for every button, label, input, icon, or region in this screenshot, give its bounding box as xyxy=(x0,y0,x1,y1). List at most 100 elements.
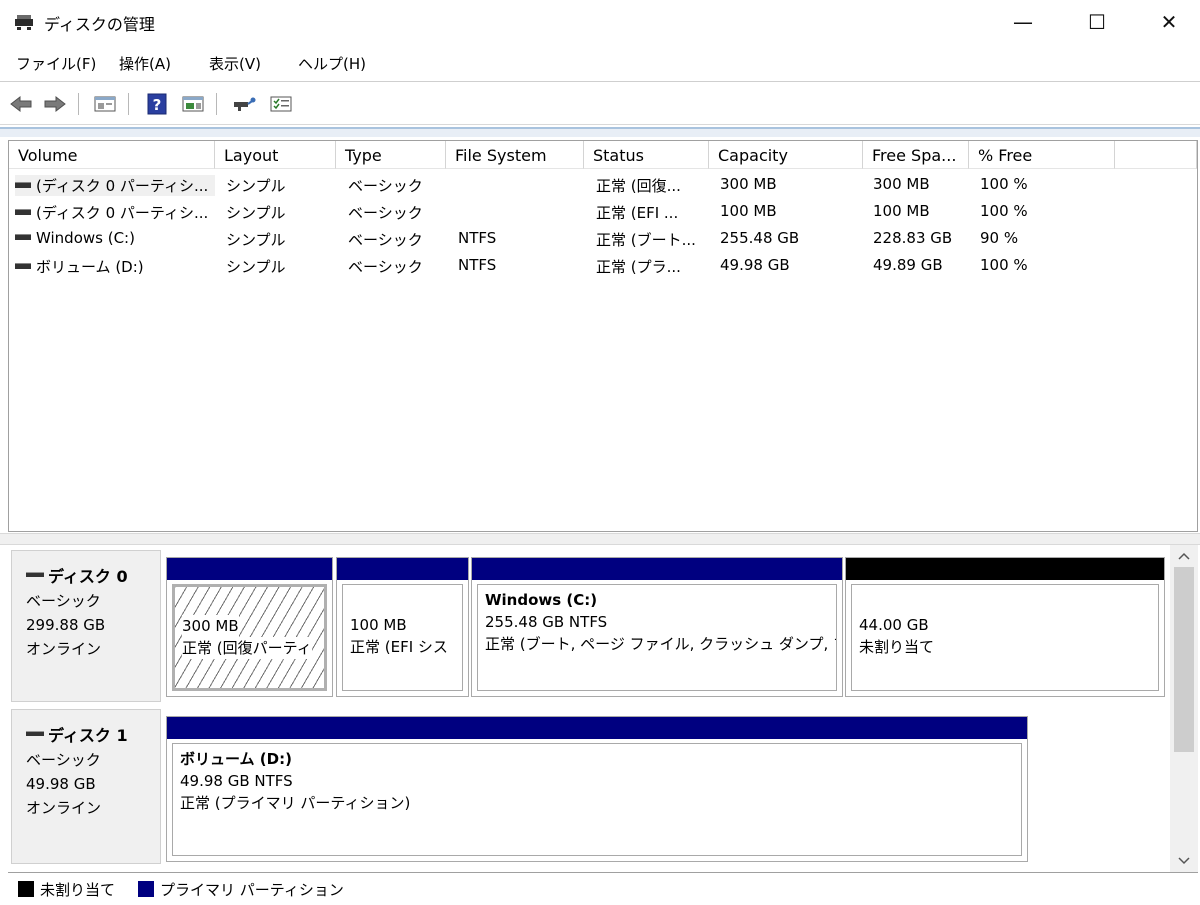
pane-splitter[interactable] xyxy=(0,533,1200,545)
layout-cell: シンプル xyxy=(226,177,286,195)
disk-icon xyxy=(26,731,44,736)
file-system-cell: NTFS xyxy=(458,256,497,274)
menu-bar: ファイル(F) 操作(A) 表示(V) ヘルプ(H) xyxy=(0,44,1200,82)
disk-1-size: 49.98 GB xyxy=(26,775,96,793)
column-header-percent-free[interactable]: % Free xyxy=(969,141,1115,169)
partition-volume-d[interactable]: ボリューム (D:) 49.98 GB NTFS 正常 (プライマリ パーティシ… xyxy=(166,716,1028,862)
legend-label-unallocated: 未割り当て xyxy=(40,881,116,899)
menu-help[interactable]: ヘルプ(H) xyxy=(298,53,366,74)
partition-bar xyxy=(472,558,842,580)
menu-action[interactable]: 操作(A) xyxy=(119,53,171,74)
status-cell: 正常 (回復... xyxy=(596,177,681,195)
type-cell: ベーシック xyxy=(348,177,423,195)
properties-icon[interactable] xyxy=(268,91,294,117)
volume-icon xyxy=(15,208,31,215)
percent-free-cell: 90 % xyxy=(980,229,1019,247)
forward-arrow-icon[interactable] xyxy=(42,91,68,117)
legend-swatch-primary xyxy=(138,881,154,897)
capacity-cell: 49.98 GB xyxy=(720,256,790,274)
layout-cell: シンプル xyxy=(226,204,286,222)
vertical-scrollbar[interactable] xyxy=(1170,545,1198,872)
disk-1-info[interactable]: ディスク 1 ベーシック 49.98 GB オンライン xyxy=(11,709,161,864)
connect-disk-icon[interactable] xyxy=(232,91,258,117)
disk-1-type: ベーシック xyxy=(26,751,101,769)
legend-swatch-unallocated xyxy=(18,881,34,897)
content-top-border xyxy=(0,127,1200,137)
menu-view[interactable]: 表示(V) xyxy=(209,53,261,74)
percent-free-cell: 100 % xyxy=(980,175,1028,193)
disk-0-type: ベーシック xyxy=(26,592,101,610)
capacity-cell: 255.48 GB xyxy=(720,229,800,247)
layout-cell: シンプル xyxy=(226,258,286,276)
volume-icon xyxy=(15,181,31,188)
partition-unallocated[interactable]: 44.00 GB 未割り当て xyxy=(845,557,1165,697)
volume-name: (ディスク 0 パーティシ... xyxy=(36,177,209,195)
partition-efi[interactable]: 100 MB 正常 (EFI シス xyxy=(336,557,469,697)
legend-bar: 未割り当て プライマリ パーティション xyxy=(8,872,1198,903)
help-icon[interactable]: ? xyxy=(144,91,170,117)
action-pane-icon[interactable] xyxy=(180,91,206,117)
partition-recovery[interactable]: 300 MB 正常 (回復パーティ xyxy=(166,557,333,697)
volume-cell: ボリューム (D:) xyxy=(15,256,215,277)
column-header-status[interactable]: Status xyxy=(584,141,709,169)
legend-label-primary: プライマリ パーティション xyxy=(160,881,344,899)
partition-bar xyxy=(846,558,1164,580)
menu-file[interactable]: ファイル(F) xyxy=(16,53,96,74)
disk-0-info[interactable]: ディスク 0 ベーシック 299.88 GB オンライン xyxy=(11,550,161,702)
volume-name: ボリューム (D:) xyxy=(36,258,144,276)
type-cell: ベーシック xyxy=(348,231,423,249)
partition-body: 300 MB 正常 (回復パーティ xyxy=(172,584,327,691)
volume-name: Windows (C:) xyxy=(36,229,135,247)
toolbar-separator xyxy=(128,93,129,115)
partition-status: 未割り当て xyxy=(859,638,935,656)
back-arrow-icon[interactable] xyxy=(8,91,34,117)
partition-windows-c[interactable]: Windows (C:) 255.48 GB NTFS 正常 (ブート, ページ… xyxy=(471,557,843,697)
column-header-file-system[interactable]: File System xyxy=(446,141,584,169)
disk-graphical-view: ディスク 0 ベーシック 299.88 GB オンライン 300 MB 正常 (… xyxy=(8,545,1170,872)
disk-0-name: ディスク 0 xyxy=(26,565,160,589)
toolbar-separator xyxy=(78,93,79,115)
partition-bar xyxy=(337,558,468,580)
column-header-capacity[interactable]: Capacity xyxy=(709,141,863,169)
title-bar: ディスクの管理 — ☐ ✕ xyxy=(0,0,1200,44)
disk-1-state: オンライン xyxy=(26,799,102,817)
partition-body: ボリューム (D:) 49.98 GB NTFS 正常 (プライマリ パーティシ… xyxy=(172,743,1022,856)
window-title: ディスクの管理 xyxy=(44,15,155,34)
minimize-button[interactable]: — xyxy=(992,0,1054,44)
toolbar: ? xyxy=(0,83,1200,125)
console-tree-icon[interactable] xyxy=(92,91,118,117)
partition-size: 255.48 GB NTFS xyxy=(485,613,608,631)
scroll-down-icon[interactable] xyxy=(1170,850,1198,872)
disk-1-name: ディスク 1 xyxy=(26,724,160,748)
volume-icon xyxy=(15,262,31,269)
capacity-cell: 300 MB xyxy=(720,175,777,193)
partition-body: Windows (C:) 255.48 GB NTFS 正常 (ブート, ページ… xyxy=(477,584,837,691)
free-space-cell: 49.89 GB xyxy=(873,256,943,274)
scrollbar-thumb[interactable] xyxy=(1174,567,1194,752)
volume-list: Volume Layout Type File System Status Ca… xyxy=(8,140,1198,532)
column-header-layout[interactable]: Layout xyxy=(215,141,336,169)
maximize-button[interactable]: ☐ xyxy=(1066,0,1128,44)
volume-row[interactable]: ボリューム (D:) シンプル ベーシック NTFS 正常 (プラ... 49.… xyxy=(9,253,1197,280)
volume-name: (ディスク 0 パーティシ... xyxy=(36,204,209,222)
partition-status: 正常 (EFI シス xyxy=(350,638,448,656)
percent-free-cell: 100 % xyxy=(980,202,1028,220)
volume-cell: Windows (C:) xyxy=(15,229,215,247)
disk-0-state: オンライン xyxy=(26,640,102,658)
partition-size: 44.00 GB xyxy=(859,616,929,634)
type-cell: ベーシック xyxy=(348,204,423,222)
layout-cell: シンプル xyxy=(226,231,286,249)
volume-row[interactable]: Windows (C:) シンプル ベーシック NTFS 正常 (ブート... … xyxy=(9,226,1197,253)
column-header-free-space[interactable]: Free Spa... xyxy=(863,141,969,169)
partition-size: 49.98 GB NTFS xyxy=(180,772,293,790)
volume-icon xyxy=(15,233,31,240)
scroll-up-icon[interactable] xyxy=(1170,545,1198,567)
column-header-type[interactable]: Type xyxy=(336,141,446,169)
volume-row[interactable]: (ディスク 0 パーティシ... シンプル ベーシック 正常 (回復... 30… xyxy=(9,172,1197,199)
volume-row[interactable]: (ディスク 0 パーティシ... シンプル ベーシック 正常 (EFI ... … xyxy=(9,199,1197,226)
status-cell: 正常 (プラ... xyxy=(596,258,681,276)
column-header-volume[interactable]: Volume xyxy=(9,141,215,169)
close-button[interactable]: ✕ xyxy=(1138,0,1200,44)
disk-management-app-icon xyxy=(15,15,33,30)
toolbar-separator xyxy=(216,93,217,115)
